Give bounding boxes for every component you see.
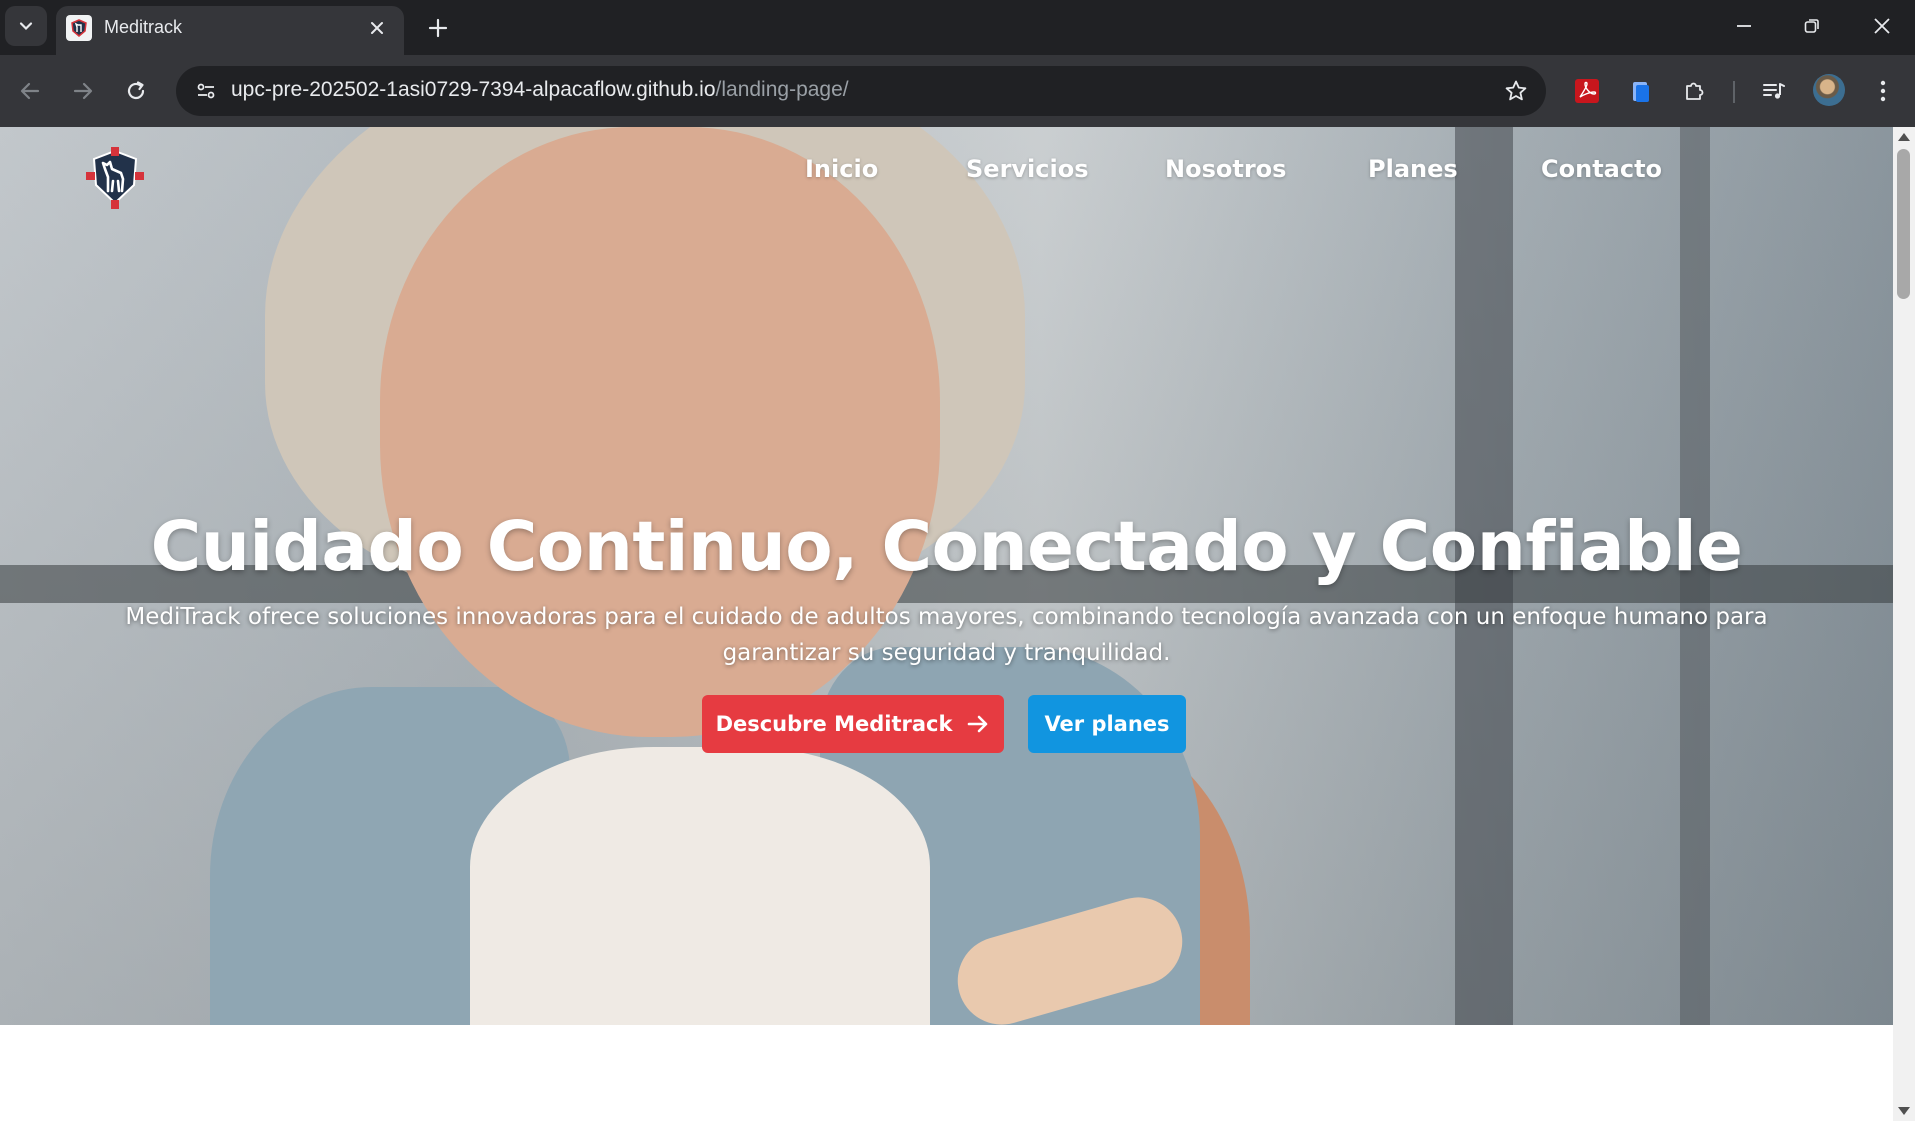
- plus-icon: [428, 18, 448, 38]
- view-plans-button[interactable]: Ver planes: [1028, 695, 1186, 753]
- meditrack-logo[interactable]: [86, 147, 144, 209]
- url-text[interactable]: upc-pre-202502-1asi0729-7394-alpacaflow.…: [231, 78, 849, 102]
- toolbar-divider: [1733, 81, 1735, 103]
- browser-tab-active[interactable]: Meditrack: [56, 6, 404, 55]
- tab-close-button[interactable]: [364, 15, 390, 41]
- tab-title: Meditrack: [104, 17, 183, 37]
- pdf-extension-icon: [1575, 79, 1599, 103]
- arrow-right-icon: [968, 715, 988, 733]
- nav-link-planes[interactable]: Planes: [1368, 155, 1458, 183]
- alpaca-shield-logo-icon: [86, 147, 144, 209]
- browser-tab-strip: Meditrack: [0, 0, 1915, 55]
- nav-link-inicio[interactable]: Inicio: [805, 155, 878, 183]
- scroll-up-arrow-icon[interactable]: [1898, 133, 1910, 141]
- hero-title: Cuidado Continuo, Conectado y Confiable: [150, 507, 1743, 587]
- close-icon: [1874, 18, 1890, 34]
- reading-list-button[interactable]: [1756, 73, 1792, 109]
- url-path: /landing-page/: [715, 78, 849, 101]
- reload-button[interactable]: [116, 71, 156, 111]
- extensions-puzzle-icon: [1686, 82, 1704, 100]
- browser-menu-button[interactable]: [1865, 73, 1901, 109]
- discover-meditrack-button[interactable]: Descubre Meditrack: [702, 695, 1004, 753]
- site-info-button[interactable]: [188, 73, 224, 109]
- pdf-extension-button[interactable]: [1569, 73, 1605, 109]
- site-info-icon: [197, 83, 215, 99]
- page-scrollbar[interactable]: [1893, 127, 1915, 1121]
- tab-search-button[interactable]: [5, 6, 47, 46]
- reading-list-icon: [1763, 83, 1785, 99]
- window-close-button[interactable]: [1854, 6, 1910, 46]
- bookmark-star-icon: [1505, 80, 1527, 101]
- hero-subtitle: MediTrack ofrece soluciones innovadoras …: [125, 604, 1768, 666]
- minimize-icon: [1737, 25, 1751, 27]
- profile-avatar[interactable]: [1813, 74, 1845, 106]
- nav-link-nosotros[interactable]: Nosotros: [1165, 155, 1286, 183]
- back-button[interactable]: [10, 71, 50, 111]
- bookmark-button[interactable]: [1500, 75, 1532, 107]
- minimize-button[interactable]: [1716, 6, 1772, 46]
- restore-button[interactable]: [1784, 6, 1840, 46]
- hero-section: Inicio Servicios Nosotros Planes Contact…: [0, 127, 1893, 1025]
- hero-photo-shirt: [470, 747, 930, 1025]
- extensions-button[interactable]: [1677, 73, 1713, 109]
- page-viewport: Inicio Servicios Nosotros Planes Contact…: [0, 127, 1893, 1121]
- scroll-down-arrow-icon[interactable]: [1898, 1107, 1910, 1115]
- chevron-down-icon: [19, 22, 33, 31]
- discover-meditrack-label: Descubre Meditrack: [715, 712, 953, 736]
- close-icon: [371, 22, 383, 34]
- restore-icon: [1804, 19, 1819, 33]
- forward-icon: [73, 82, 93, 100]
- reload-icon: [127, 81, 145, 100]
- menu-kebab-icon: [1880, 80, 1886, 102]
- address-bar[interactable]: upc-pre-202502-1asi0729-7394-alpacaflow.…: [176, 66, 1546, 116]
- nav-link-contacto[interactable]: Contacto: [1541, 155, 1662, 183]
- back-icon: [20, 82, 40, 100]
- clipboard-extension-button[interactable]: [1623, 73, 1659, 109]
- clipboard-extension-icon: [1633, 82, 1649, 102]
- meditrack-favicon: [66, 15, 92, 41]
- nav-link-servicios[interactable]: Servicios: [966, 155, 1089, 183]
- forward-button[interactable]: [63, 71, 103, 111]
- new-tab-button[interactable]: [420, 10, 456, 46]
- browser-toolbar: upc-pre-202502-1asi0729-7394-alpacaflow.…: [0, 55, 1915, 127]
- scrollbar-thumb[interactable]: [1897, 149, 1910, 299]
- view-plans-label: Ver planes: [1044, 712, 1170, 736]
- url-host: upc-pre-202502-1asi0729-7394-alpacaflow.…: [231, 78, 716, 101]
